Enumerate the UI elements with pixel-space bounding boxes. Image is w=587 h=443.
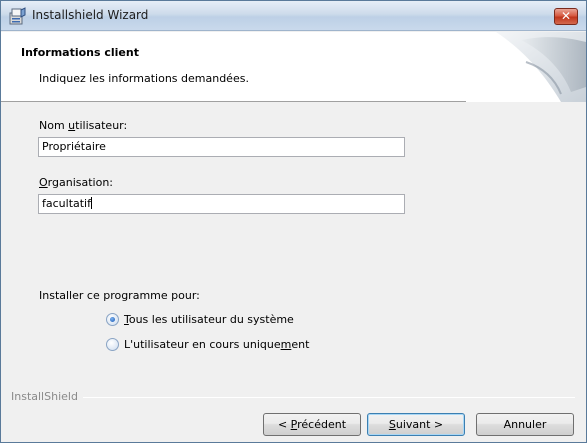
next-button[interactable]: Suivant > — [367, 413, 465, 436]
wizard-window: Installshield Wizard ✕ Informations clie… — [0, 0, 587, 443]
installer-app-icon — [9, 7, 26, 25]
text-caret — [90, 197, 92, 209]
cancel-button[interactable]: Annuler — [476, 413, 574, 436]
radio-all-users-label: Tous les utilisateur du système — [124, 313, 294, 326]
header-banner-graphic — [466, 32, 586, 102]
username-label: Nom utilisateur: — [39, 119, 128, 132]
installshield-brand: InstallShield — [11, 390, 78, 403]
close-icon: ✕ — [560, 9, 572, 23]
radio-all-users[interactable]: Tous les utilisateur du système — [106, 313, 294, 326]
wizard-header: Informations client Indiquez les informa… — [1, 32, 586, 102]
page-title: Informations client — [21, 46, 139, 59]
radio-current-user-indicator[interactable] — [106, 338, 119, 351]
page-subtitle: Indiquez les informations demandées. — [39, 72, 249, 85]
radio-current-user[interactable]: L'utilisateur en cours uniquement — [106, 338, 309, 351]
title-bar[interactable]: Installshield Wizard ✕ — [1, 1, 586, 31]
footer-divider — [83, 397, 575, 398]
close-button[interactable]: ✕ — [554, 8, 578, 25]
username-field[interactable]: Propriétaire — [38, 137, 405, 157]
radio-all-users-indicator[interactable] — [106, 313, 119, 326]
back-button[interactable]: < Précédent — [263, 413, 361, 436]
radio-current-user-label: L'utilisateur en cours uniquement — [124, 338, 310, 351]
window-title: Installshield Wizard — [32, 8, 149, 22]
install-for-label: Installer ce programme pour: — [39, 289, 200, 302]
organisation-label: Organisation: — [39, 176, 114, 189]
organisation-field[interactable]: facultatif — [38, 194, 405, 214]
